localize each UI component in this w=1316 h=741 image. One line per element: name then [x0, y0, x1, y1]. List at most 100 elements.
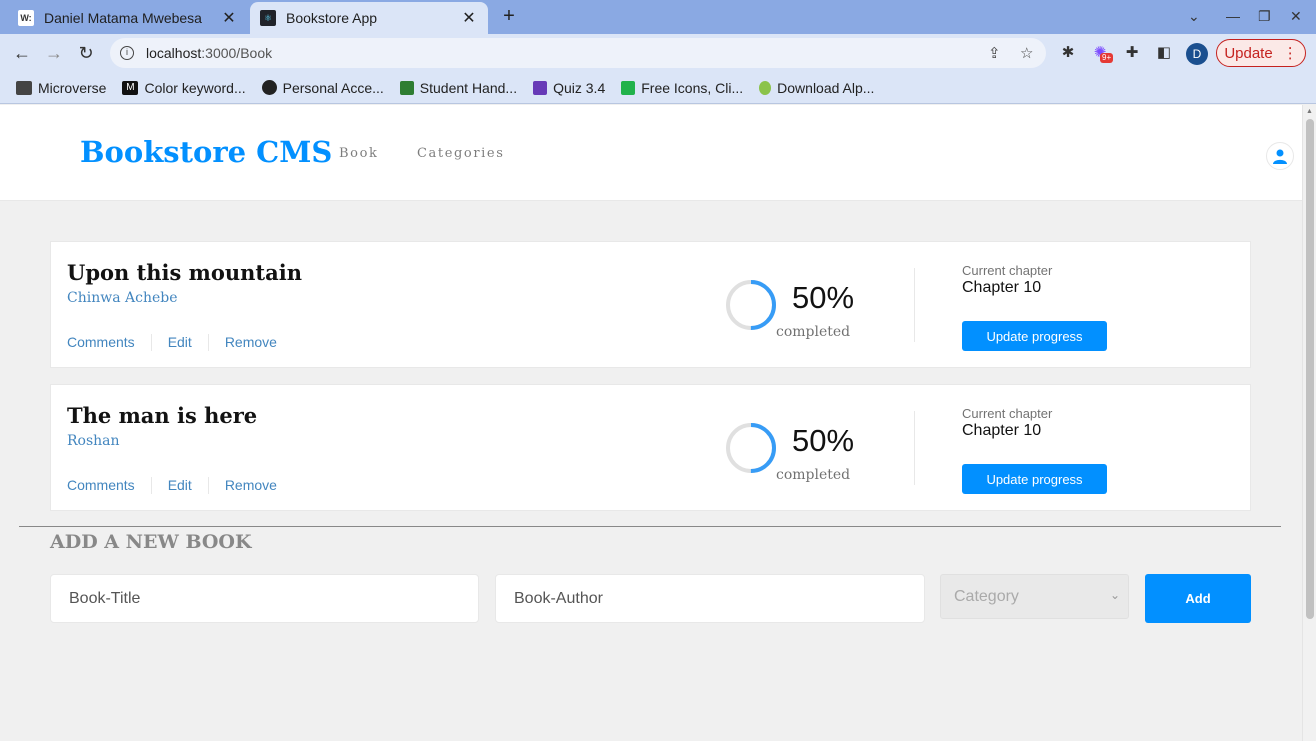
close-tab-icon[interactable]: ✕	[460, 8, 478, 28]
current-chapter-value: Chapter 10	[962, 422, 1042, 439]
user-icon	[1273, 149, 1287, 164]
bookstore-page: Bookstore CMS Book Categories Upon this …	[0, 105, 1302, 741]
page-scrollbar[interactable]: ▲	[1302, 105, 1316, 741]
book-author-input[interactable]: Book-Author	[495, 574, 925, 623]
bookmark-label: Free Icons, Cli...	[641, 79, 744, 96]
alpine-icon	[759, 80, 772, 95]
comments-button[interactable]: Comments	[67, 477, 152, 494]
book-card: Upon this mountain Chinwa Achebe Comment…	[50, 241, 1251, 368]
app-logo[interactable]: Bookstore CMS	[80, 135, 332, 169]
book-title: The man is here	[67, 403, 258, 428]
more-menu-icon: ⋮	[1282, 45, 1298, 62]
form-divider	[19, 526, 1281, 527]
bookmark-label: Student Hand...	[419, 79, 518, 96]
browser-update-button[interactable]: Update ⋮	[1216, 39, 1306, 67]
minimize-icon[interactable]: —	[1226, 8, 1240, 24]
w-favicon-icon: W:	[18, 10, 34, 26]
bookmark-item[interactable]: Download Alp...	[759, 80, 874, 96]
tab-search-icon[interactable]: ⌄	[1188, 8, 1200, 25]
add-book-button[interactable]: Add	[1145, 574, 1251, 623]
reload-icon[interactable]: ↻	[74, 42, 98, 64]
info-icon[interactable]: i	[120, 46, 134, 60]
bookmark-item[interactable]: Personal Acce...	[261, 79, 384, 96]
tab-title: Daniel Matama Mwebesa	[44, 10, 202, 26]
close-window-icon[interactable]: ✕	[1290, 8, 1302, 25]
bookmark-item[interactable]: Student Hand...	[399, 79, 518, 96]
bookmarks-bar: Microverse M Color keyword... Personal A…	[0, 72, 1316, 104]
bookmark-label: Quiz 3.4	[553, 79, 606, 96]
react-icon: ⚛	[260, 10, 276, 26]
book-title: Upon this mountain	[67, 260, 302, 285]
bookmark-label: Personal Acce...	[282, 79, 384, 96]
current-chapter-label: Current chapter	[962, 406, 1053, 421]
bug-extension-icon[interactable]: ✱	[1058, 43, 1078, 63]
notion-icon	[399, 80, 414, 95]
chevron-down-icon: ⌄	[1109, 588, 1120, 602]
current-chapter-label: Current chapter	[962, 263, 1053, 278]
bookmark-item[interactable]: M Color keyword...	[122, 79, 246, 96]
url-text: localhost:3000/Book	[146, 45, 273, 61]
close-tab-icon[interactable]: ✕	[220, 8, 238, 28]
side-panel-icon[interactable]: ◧	[1154, 43, 1174, 63]
browser-tab-0[interactable]: W: Daniel Matama Mwebesa ✕	[8, 2, 248, 34]
remove-button[interactable]: Remove	[209, 477, 293, 494]
book-actions: Comments Edit Remove	[67, 477, 293, 494]
edit-button[interactable]: Edit	[152, 477, 209, 494]
extension-badge-icon[interactable]: ✺ 9+	[1090, 43, 1114, 63]
scroll-up-icon[interactable]: ▲	[1306, 108, 1313, 115]
category-select[interactable]: Category ⌄	[940, 574, 1129, 619]
folder-icon	[16, 80, 32, 95]
book-title-input[interactable]: Book-Title	[50, 574, 479, 623]
nav-link-book[interactable]: Book	[339, 146, 378, 161]
completed-label: completed	[776, 324, 851, 340]
book-author[interactable]: Chinwa Achebe	[67, 290, 178, 306]
book-actions: Comments Edit Remove	[67, 334, 293, 351]
address-bar[interactable]: i localhost:3000/Book ⇪ ☆	[110, 38, 1046, 68]
bookmark-label: Download Alp...	[777, 79, 875, 96]
add-book-title: ADD A NEW BOOK	[50, 531, 252, 553]
browser-toolbar: ← → ↻ i localhost:3000/Book ⇪ ☆ ✱ ✺ 9+ ✚ …	[0, 34, 1316, 72]
browser-tab-1[interactable]: ⚛ Bookstore App ✕	[250, 2, 488, 34]
progress-ring	[726, 280, 776, 330]
app-header: Bookstore CMS Book Categories	[0, 105, 1302, 201]
restore-icon[interactable]: ❐	[1258, 8, 1271, 25]
current-chapter-value: Chapter 10	[962, 279, 1042, 296]
profile-avatar[interactable]: D	[1186, 43, 1208, 65]
github-icon	[261, 80, 277, 95]
bookmark-item[interactable]: Microverse	[16, 80, 106, 96]
book-author[interactable]: Roshan	[67, 433, 120, 449]
new-tab-button[interactable]: +	[498, 5, 520, 27]
tab-title: Bookstore App	[286, 10, 378, 26]
card-divider	[914, 268, 915, 342]
browser-tabstrip: W: Daniel Matama Mwebesa ✕ ⚛ Bookstore A…	[0, 0, 1316, 34]
forward-icon[interactable]: →	[42, 42, 66, 64]
completed-label: completed	[776, 467, 851, 483]
comments-button[interactable]: Comments	[67, 334, 152, 351]
bookmark-item[interactable]: Quiz 3.4	[533, 80, 605, 96]
bookmark-label: Color keyword...	[144, 79, 246, 96]
book-card: The man is here Roshan Comments Edit Rem…	[50, 384, 1251, 511]
extension-badge: 9+	[1100, 53, 1114, 63]
bookmark-star-icon[interactable]: ☆	[1020, 44, 1033, 62]
progress-percent: 50%	[792, 280, 855, 315]
category-placeholder: Category	[954, 587, 1019, 605]
update-label: Update	[1224, 44, 1273, 62]
flaticon-icon	[621, 80, 636, 95]
share-icon[interactable]: ⇪	[988, 44, 1001, 62]
progress-percent: 50%	[792, 423, 855, 458]
progress-ring	[726, 423, 776, 473]
back-icon[interactable]: ←	[10, 42, 34, 64]
bookmark-label: Microverse	[38, 79, 107, 96]
form-icon	[533, 80, 548, 95]
bookmark-item[interactable]: Free Icons, Cli...	[621, 80, 743, 96]
scrollbar-thumb[interactable]	[1306, 119, 1314, 619]
puzzle-icon[interactable]: ✚	[1122, 43, 1142, 63]
update-progress-button[interactable]: Update progress	[962, 321, 1107, 351]
mdn-icon: M	[122, 80, 139, 95]
edit-button[interactable]: Edit	[152, 334, 209, 351]
user-profile-button[interactable]	[1266, 142, 1294, 170]
update-progress-button[interactable]: Update progress	[962, 464, 1107, 494]
remove-button[interactable]: Remove	[209, 334, 293, 351]
nav-link-categories[interactable]: Categories	[417, 146, 505, 161]
card-divider	[914, 411, 915, 485]
